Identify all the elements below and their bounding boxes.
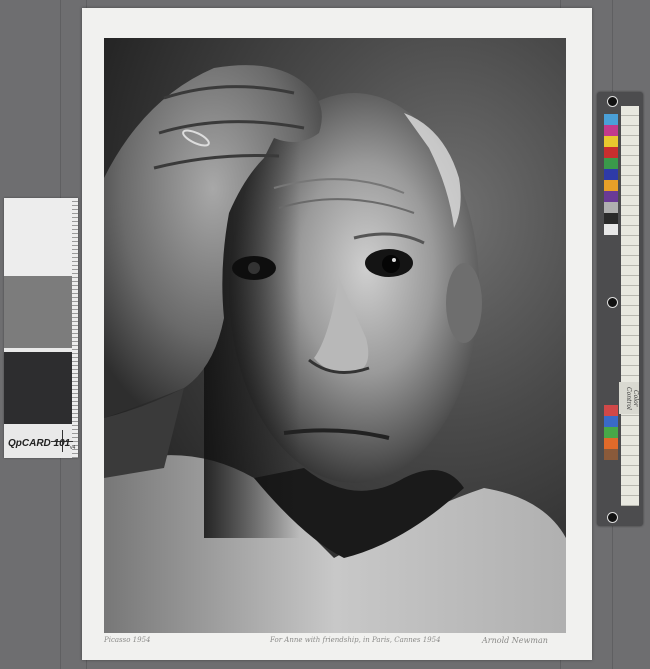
- color-control-bar: Color Control: [597, 92, 643, 526]
- color-swatch: [604, 224, 618, 235]
- color-swatch: [604, 125, 618, 136]
- card-version-label: v4: [70, 445, 76, 451]
- dark-patch: [4, 352, 78, 424]
- portrait-image: [104, 65, 566, 633]
- color-swatch: [604, 202, 618, 213]
- color-swatch: [604, 416, 618, 427]
- color-swatch: [604, 169, 618, 180]
- color-swatch: [604, 147, 618, 158]
- color-swatch: [604, 180, 618, 191]
- registration-dot-icon: [607, 297, 618, 308]
- color-swatch: [604, 438, 618, 449]
- inscription-center: For Anne with friendship, in Paris, Cann…: [270, 636, 441, 644]
- grey-patch: [4, 276, 78, 348]
- qp-color-target-card: QpCARD 101 v4: [4, 198, 78, 458]
- colorbar-ruler: [621, 106, 639, 506]
- color-swatch: [604, 213, 618, 224]
- colorbar-label: Color Control: [619, 382, 639, 414]
- portrait-photograph: [104, 38, 566, 633]
- photo-print-mount: Picasso 1954 For Anne with friendship, i…: [82, 8, 592, 660]
- color-swatch: [604, 405, 618, 416]
- registration-dot-icon: [607, 512, 618, 523]
- color-swatch: [604, 449, 618, 460]
- registration-dot-icon: [607, 96, 618, 107]
- inscription-left: Picasso 1954: [104, 636, 151, 644]
- photographer-signature: Arnold Newman: [482, 636, 548, 645]
- color-swatch: [604, 158, 618, 169]
- white-patch: [4, 198, 78, 276]
- color-swatch: [604, 136, 618, 147]
- color-swatch: [604, 427, 618, 438]
- card-ruler: [72, 198, 78, 458]
- color-swatches: [604, 114, 618, 460]
- card-brand-label: QpCARD 101: [8, 438, 71, 449]
- color-swatch: [604, 191, 618, 202]
- color-swatch: [604, 114, 618, 125]
